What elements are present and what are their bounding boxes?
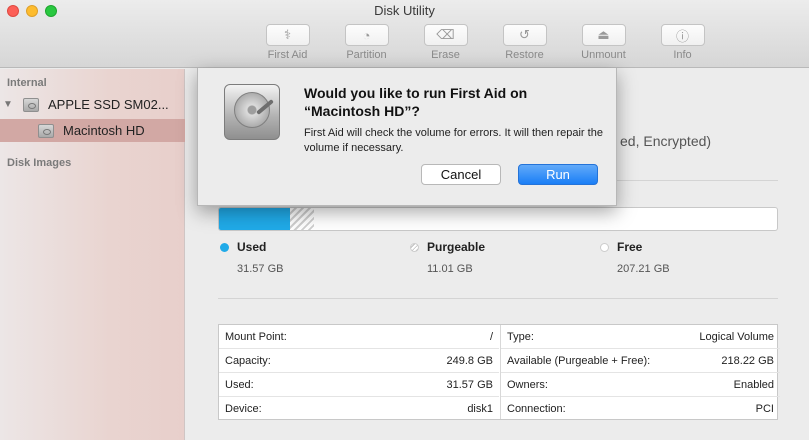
partition-icon[interactable]: ◔ (344, 24, 389, 46)
sidebar-item-label: Macintosh HD (63, 123, 145, 138)
toolbar-label: Restore (505, 49, 544, 61)
toolbar: ⚕ First Aid ◔ Partition ⌫ Erase ↺ Restor… (250, 24, 720, 61)
legend-label: Free (617, 240, 643, 254)
info-key: Owners: (507, 378, 548, 391)
info-value: disk1 (467, 403, 493, 415)
info-value: PCI (755, 403, 774, 415)
info-icon[interactable]: ⓘ (660, 24, 705, 46)
stethoscope-icon[interactable]: ⚕ (265, 24, 310, 46)
toolbar-unmount[interactable]: ⏏ Unmount (566, 24, 641, 61)
info-key: Capacity: (225, 354, 271, 367)
legend-free: Free 207.21 GB (600, 240, 670, 275)
info-key: Type: (507, 330, 534, 343)
toolbar-label: Info (673, 49, 692, 61)
toolbar-restore[interactable]: ↺ Restore (487, 24, 562, 61)
disclosure-triangle-icon[interactable]: ▼ (3, 99, 13, 110)
toolbar-first-aid[interactable]: ⚕ First Aid (250, 24, 325, 61)
sidebar-item-label: APPLE SSD SM02... (48, 97, 169, 112)
volume-description: ed, Encrypted) (620, 133, 712, 149)
info-value: 249.8 GB (446, 354, 493, 367)
toolbar-label: First Aid (267, 49, 308, 61)
used-swatch (220, 242, 229, 252)
erase-icon[interactable]: ⌫ (423, 24, 468, 46)
info-key: Device: (225, 403, 262, 415)
sidebar-item-macintosh-hd[interactable]: Macintosh HD (0, 119, 185, 142)
sidebar-section-internal: Internal (7, 77, 47, 89)
volume-info-table: Mount Point: / Capacity: 249.8 GB Used: 31.… (218, 324, 780, 420)
legend-label: Used (237, 240, 267, 254)
window-title: Disk Utility (374, 3, 435, 18)
info-row-capacity: Capacity: 249.8 GB (219, 349, 499, 373)
restore-icon[interactable]: ↺ (502, 24, 547, 46)
volume-icon (38, 123, 54, 138)
info-row-used: Used: 31.57 GB (219, 373, 499, 397)
usage-purgeable-segment (289, 208, 315, 230)
dialog-message: First Aid will check the volume for erro… (304, 127, 603, 154)
hard-drive-icon (224, 84, 280, 140)
free-swatch (600, 242, 609, 252)
info-key: Mount Point: (225, 330, 287, 343)
info-key: Used: (225, 378, 254, 391)
toolbar-info[interactable]: ⓘ Info (645, 24, 720, 61)
info-column-left: Mount Point: / Capacity: 249.8 GB Used: 31.… (219, 325, 499, 419)
info-value: 218.22 GB (721, 354, 774, 367)
first-aid-dialog: Would you like to run First Aid on “Maci… (197, 68, 617, 206)
toolbar-label: Partition (346, 49, 387, 61)
info-row-type: Type: Logical Volume (501, 325, 780, 349)
info-value: Logical Volume (699, 330, 774, 343)
usage-used-segment (219, 208, 290, 230)
legend-value: 31.57 GB (237, 263, 284, 275)
info-key: Connection: (507, 403, 566, 415)
toolbar-label: Unmount (581, 49, 626, 61)
legend-purgeable: Purgeable 11.01 GB (410, 240, 485, 275)
cancel-button[interactable]: Cancel (421, 164, 501, 185)
info-value: / (489, 330, 493, 343)
eject-icon[interactable]: ⏏ (581, 24, 626, 46)
toolbar-erase[interactable]: ⌫ Erase (408, 24, 483, 61)
legend-used: Used 31.57 GB (220, 240, 283, 275)
legend-value: 11.01 GB (427, 263, 473, 275)
title-bar: Disk Utility ⚕ First Aid ◔ Partition ⌫ E… (0, 0, 809, 68)
sidebar-section-disk-images: Disk Images (7, 157, 72, 169)
usage-bar (218, 207, 778, 231)
info-row-mount-point: Mount Point: / (219, 325, 499, 349)
info-row-available: Available (Purgeable + Free): 218.22 GB (501, 349, 780, 373)
internal-disk-icon (23, 97, 39, 112)
info-row-connection: Connection: PCI (501, 397, 780, 421)
info-value: Enabled (733, 378, 774, 391)
info-column-right: Type: Logical Volume Available (Purgeable… (500, 325, 780, 419)
legend-label: Purgeable (427, 240, 486, 254)
legend-value: 207.21 GB (617, 263, 670, 275)
sidebar-item-apple-ssd[interactable]: ▼ APPLE SSD SM02... (0, 93, 185, 116)
info-value: 31.57 GB (446, 378, 493, 391)
toolbar-label: Erase (431, 49, 460, 61)
info-row-device: Device: disk1 (219, 397, 499, 421)
toolbar-partition[interactable]: ◔ Partition (329, 24, 404, 61)
dialog-title: Would you like to run First Aid on “Maci… (304, 85, 528, 119)
sidebar: Internal ▼ APPLE SSD SM02... Macintosh H… (0, 69, 185, 440)
run-button[interactable]: Run (518, 164, 598, 185)
divider (218, 298, 778, 299)
purgeable-swatch (410, 242, 419, 252)
info-row-owners: Owners: Enabled (501, 373, 780, 397)
info-key: Available (Purgeable + Free): (507, 354, 651, 367)
